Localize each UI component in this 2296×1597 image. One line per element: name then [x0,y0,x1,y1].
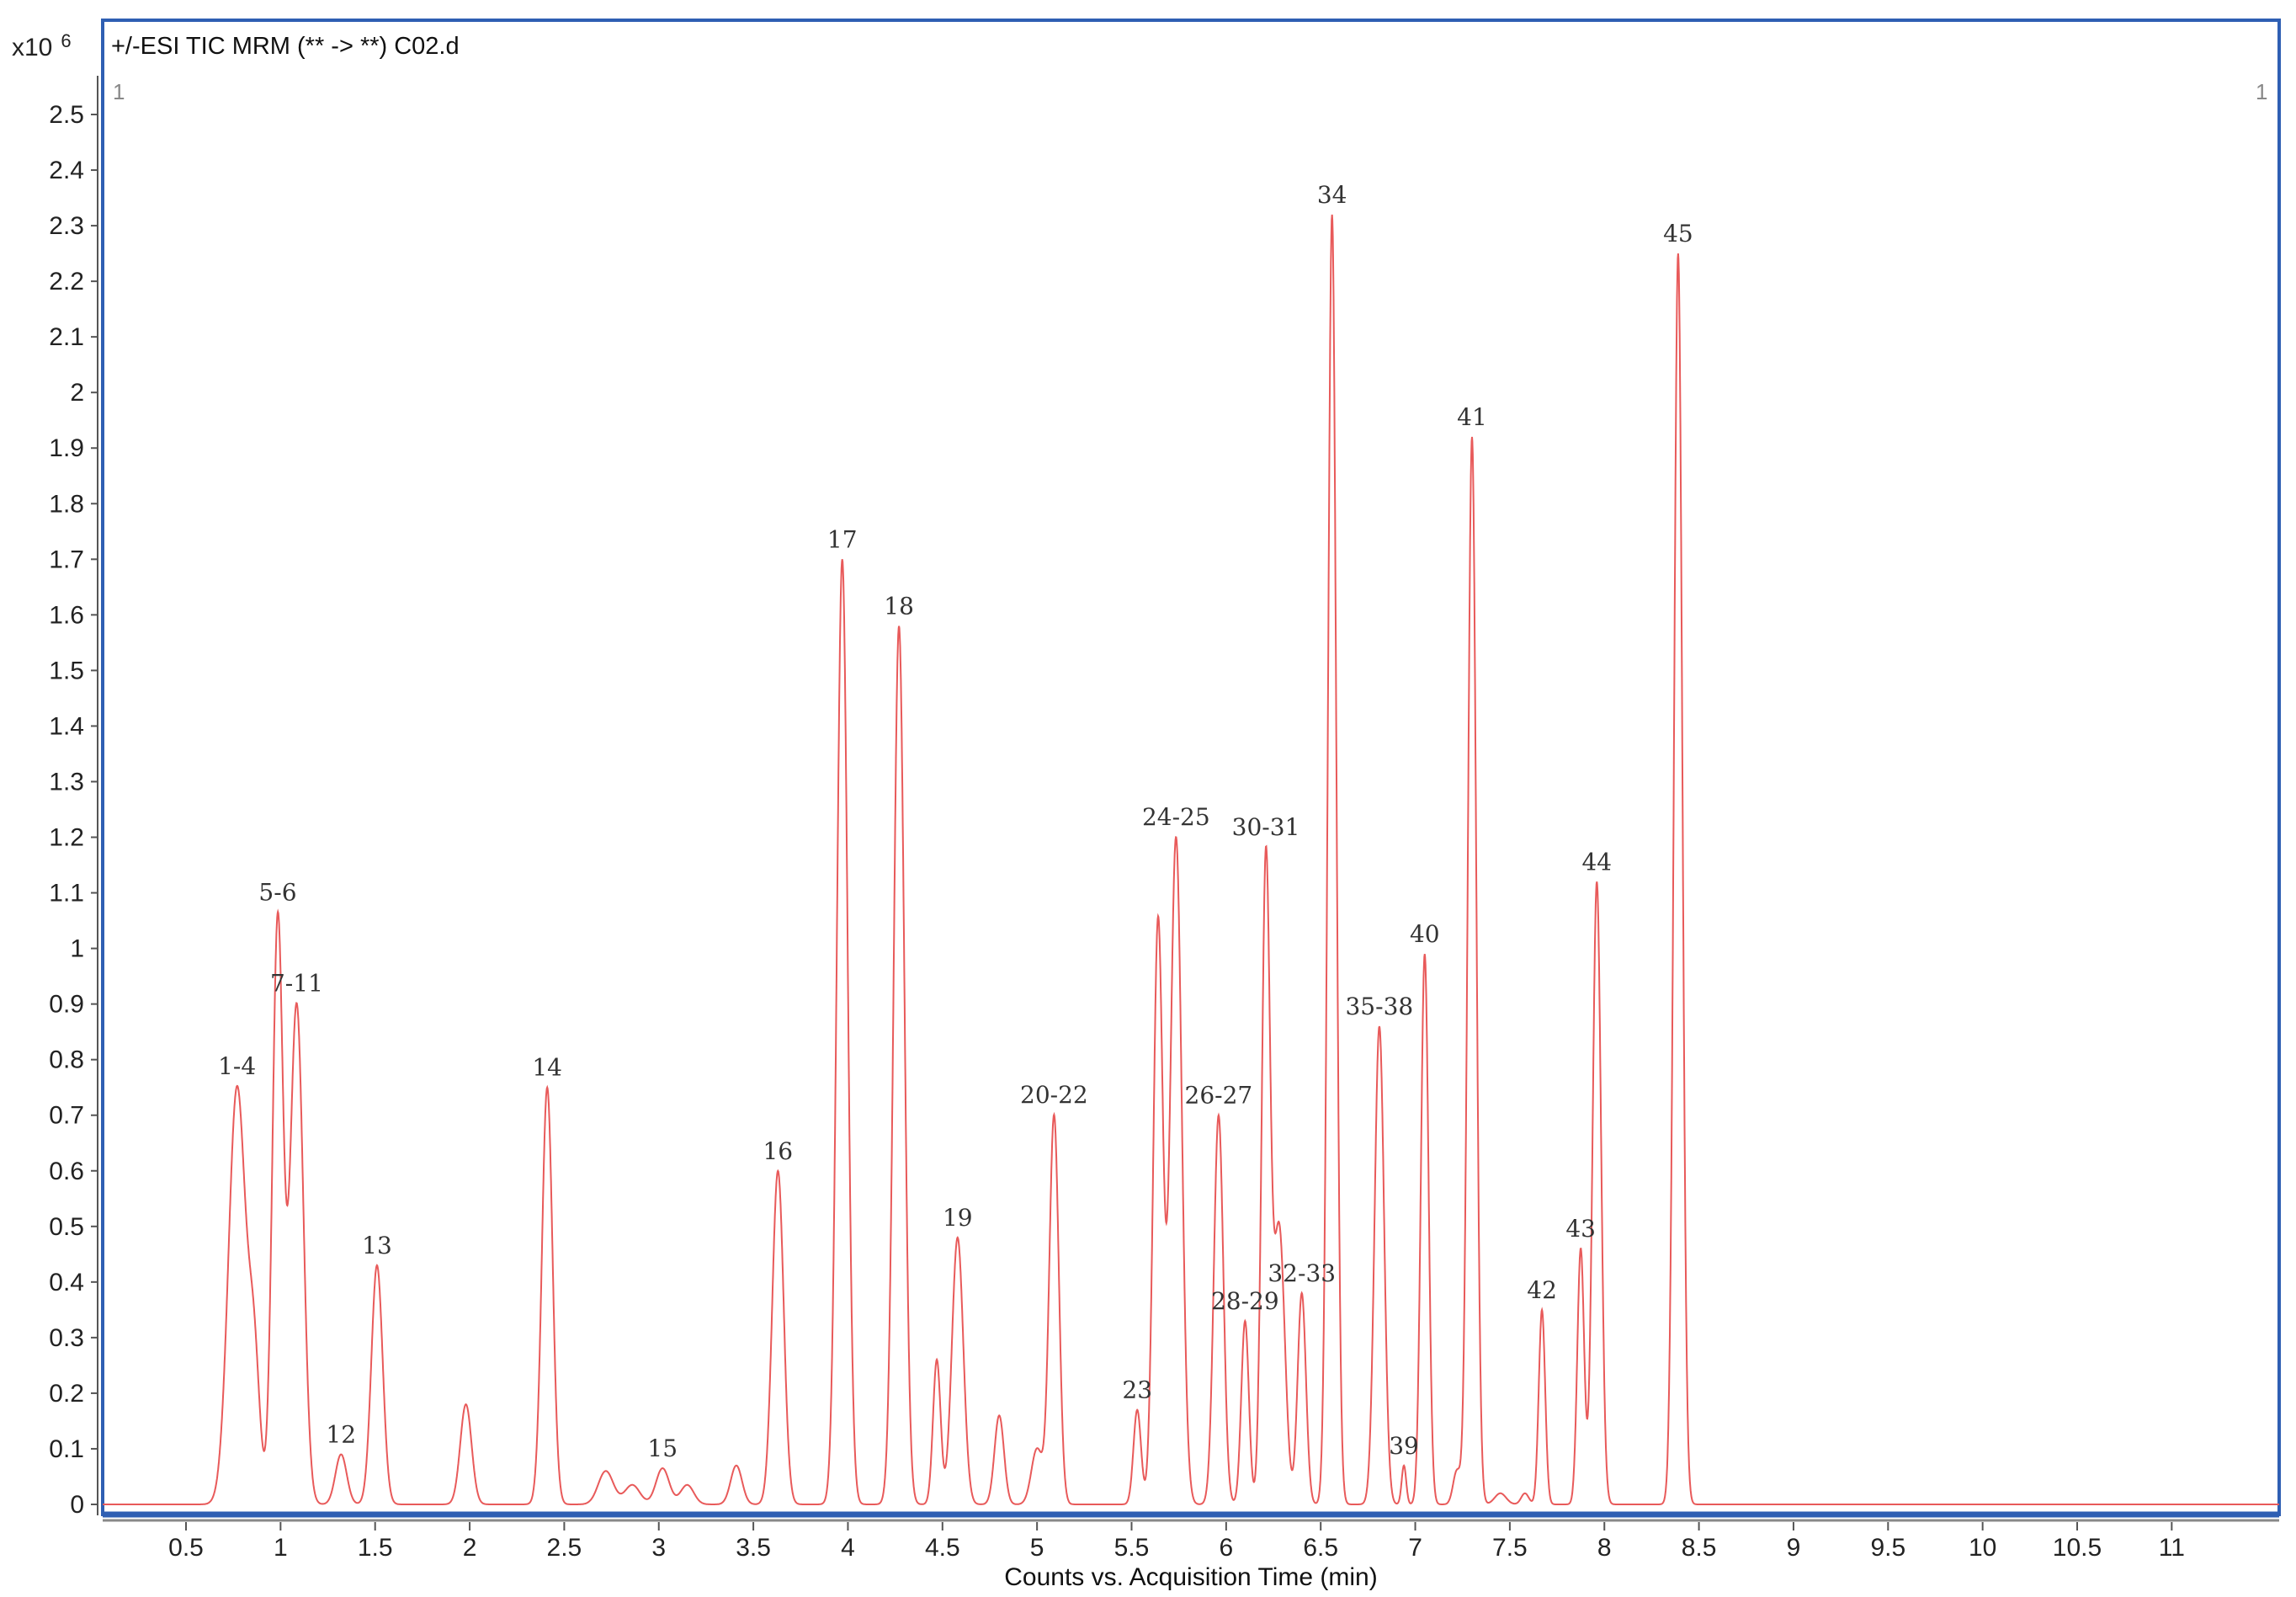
x-tick-label: 9.5 [1870,1534,1905,1562]
x-tick-label: 6.5 [1303,1534,1338,1562]
chromatogram-chart: 0 0.1 0.2 0.3 0.4 0.5 0.6 0.7 0.8 0.9 1 1.1 1.2 1.3 1.… [12,19,2281,1591]
x-tick-label: 9 [1787,1534,1801,1562]
peak-label: 19 [943,1204,973,1232]
peak-label: 7-11 [270,969,323,997]
peak-label: 12 [326,1421,356,1449]
y-tick-label: 0.8 [49,1046,84,1074]
peak-label: 5-6 [258,879,296,907]
y-tick-label: 2.1 [49,323,84,351]
x-tick-label: 1.5 [358,1534,393,1562]
peak-label: 14 [532,1054,562,1082]
peak-label: 30-31 [1232,813,1300,841]
peak-label: 18 [884,593,914,620]
x-tick-label: 5 [1030,1534,1044,1562]
y-tick-label: 0.9 [49,991,84,1019]
y-tick-label: 0 [70,1491,84,1519]
peak-label: 45 [1663,220,1693,248]
peak-label: 43 [1565,1215,1596,1243]
y-tick-label: 0.2 [49,1380,84,1408]
corner-label-right: 1 [2256,79,2267,104]
y-tick-label: 0.3 [49,1324,84,1352]
y-tick-label: 2.3 [49,212,84,240]
peak-label: 17 [827,525,858,553]
x-tick-label: 8 [1597,1534,1612,1562]
peak-label: 39 [1389,1432,1419,1460]
y-tick-label: 1.9 [49,434,84,462]
y-tick-label: 2.5 [49,101,84,129]
x-tick-label: 8.5 [1682,1534,1717,1562]
y-tick-label: 1.1 [49,880,84,908]
y-tick-label: 0.4 [49,1269,84,1296]
peak-label: 28-29 [1211,1287,1279,1315]
peak-label: 42 [1527,1276,1557,1304]
x-tick-label: 7.5 [1492,1534,1528,1562]
x-tick-label: 5.5 [1114,1534,1150,1562]
peak-label: 15 [647,1435,678,1462]
x-tick-label: 10.5 [2053,1534,2102,1562]
peak-label: 24-25 [1142,803,1210,831]
y-multiplier-base: x10 [12,34,52,61]
peak-label: 23 [1122,1376,1152,1404]
y-multiplier: x10 6 [12,30,72,61]
x-tick-label: 3.5 [736,1534,771,1562]
y-tick-label: 2.4 [49,157,84,184]
peak-label: 13 [362,1232,392,1259]
y-tick-label: 2 [70,379,84,407]
x-tick-label: 6 [1220,1534,1234,1562]
x-tick-label: 7 [1408,1534,1422,1562]
y-tick-label: 2.2 [49,268,84,295]
y-tick-label: 1.8 [49,490,84,518]
x-tick-label: 0.5 [168,1534,204,1562]
y-tick-label: 1.7 [49,546,84,573]
peak-label: 32-33 [1268,1259,1336,1287]
peak-label: 35-38 [1345,993,1413,1020]
y-axis: 0 0.1 0.2 0.3 0.4 0.5 0.6 0.7 0.8 0.9 1 1.1 1.2 1.3 1.… [49,101,98,1519]
y-tick-label: 1.5 [49,657,84,684]
x-tick-label: 2 [463,1534,477,1562]
corner-label-left: 1 [113,79,125,104]
y-multiplier-exponent: 6 [61,30,71,51]
x-tick-label: 4 [841,1534,855,1562]
peak-label: 44 [1581,848,1612,876]
y-tick-label: 1.4 [49,712,84,740]
plot-frame [101,19,2281,1516]
y-tick-label: 0.7 [49,1102,84,1130]
tic-trace [103,214,2279,1505]
y-tick-label: 0.6 [49,1158,84,1185]
peak-labels: 1-4 5-6 7-11 12 13 14 15 16 17 18 19 20-22 23 24-25 26… [218,181,1693,1462]
y-tick-label: 0.1 [49,1435,84,1463]
x-axis: 0.5 1 1.5 2 2.5 3 3.5 4 4.5 5 5.5 6 6.5 7 7.5 8 8.5 9 9.5 1… [168,1522,2185,1562]
x-tick-label: 2.5 [547,1534,582,1562]
peak-label: 20-22 [1020,1081,1088,1109]
x-tick-label: 10 [1969,1534,1996,1562]
peak-label: 16 [763,1137,793,1165]
x-tick-label: 11 [2159,1534,2185,1562]
y-tick-label: 1.2 [49,824,84,852]
x-tick-label: 1 [274,1534,288,1562]
y-tick-label: 1.3 [49,768,84,796]
x-tick-label: 4.5 [925,1534,960,1562]
peak-label: 1-4 [218,1052,256,1080]
x-tick-label: 3 [651,1534,666,1562]
peak-label: 41 [1457,403,1487,431]
x-axis-title: Counts vs. Acquisition Time (min) [1004,1563,1377,1591]
y-tick-label: 1 [70,935,84,963]
peak-label: 40 [1410,920,1440,948]
y-tick-label: 0.5 [49,1213,84,1241]
y-tick-label: 1.6 [49,601,84,629]
peak-label: 34 [1317,181,1347,209]
peak-label: 26-27 [1185,1082,1253,1110]
chart-title: +/-ESI TIC MRM (** -> **) C02.d [111,33,460,60]
